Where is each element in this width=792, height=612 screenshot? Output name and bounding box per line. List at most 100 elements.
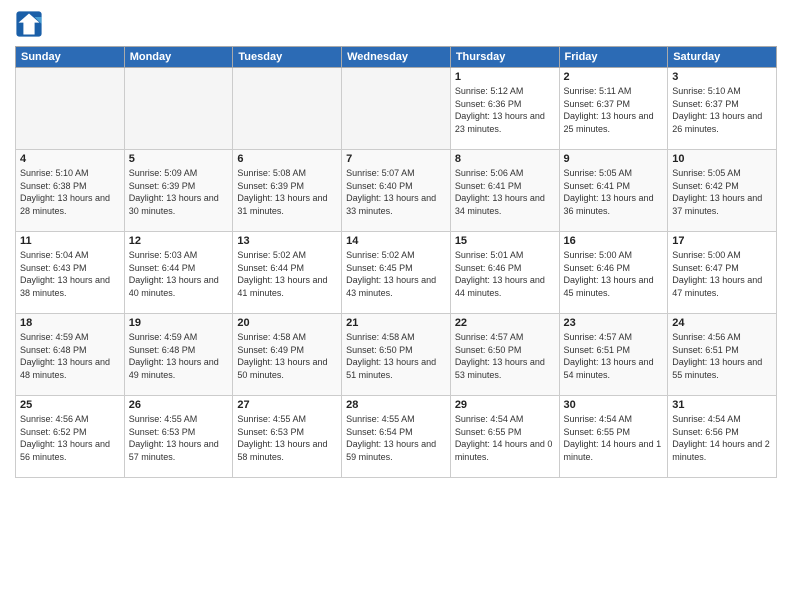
col-header-friday: Friday: [559, 47, 668, 68]
day-cell: 30 Sunrise: 4:54 AMSunset: 6:55 PMDayligh…: [559, 396, 668, 478]
day-number: 19: [129, 317, 229, 329]
day-number: 4: [20, 153, 120, 165]
day-cell: 1 Sunrise: 5:12 AMSunset: 6:36 PMDaylight…: [450, 68, 559, 150]
day-number: 28: [346, 399, 446, 411]
day-cell: 23 Sunrise: 4:57 AMSunset: 6:51 PMDayligh…: [559, 314, 668, 396]
day-cell: 31 Sunrise: 4:54 AMSunset: 6:56 PMDayligh…: [668, 396, 777, 478]
day-info: Sunrise: 4:55 AMSunset: 6:53 PMDaylight:…: [129, 414, 219, 462]
day-info: Sunrise: 5:12 AMSunset: 6:36 PMDaylight:…: [455, 86, 545, 134]
day-cell: 6 Sunrise: 5:08 AMSunset: 6:39 PMDaylight…: [233, 150, 342, 232]
day-cell: 17 Sunrise: 5:00 AMSunset: 6:47 PMDayligh…: [668, 232, 777, 314]
col-header-saturday: Saturday: [668, 47, 777, 68]
day-cell: 19 Sunrise: 4:59 AMSunset: 6:48 PMDayligh…: [124, 314, 233, 396]
day-cell: [342, 68, 451, 150]
day-number: 17: [672, 235, 772, 247]
logo: [15, 10, 47, 38]
day-number: 1: [455, 71, 555, 83]
day-cell: 5 Sunrise: 5:09 AMSunset: 6:39 PMDaylight…: [124, 150, 233, 232]
day-number: 15: [455, 235, 555, 247]
day-cell: 27 Sunrise: 4:55 AMSunset: 6:53 PMDayligh…: [233, 396, 342, 478]
day-number: 30: [564, 399, 664, 411]
day-cell: 3 Sunrise: 5:10 AMSunset: 6:37 PMDaylight…: [668, 68, 777, 150]
day-number: 29: [455, 399, 555, 411]
col-header-thursday: Thursday: [450, 47, 559, 68]
day-cell: 28Sunrise: 4:55 AMSunset: 6:54 PMDayligh…: [342, 396, 451, 478]
calendar-table: SundayMondayTuesdayWednesdayThursdayFrid…: [15, 46, 777, 478]
day-number: 14: [346, 235, 446, 247]
day-number: 12: [129, 235, 229, 247]
day-number: 8: [455, 153, 555, 165]
day-info: Sunrise: 5:10 AMSunset: 6:38 PMDaylight:…: [20, 168, 110, 216]
day-cell: 11 Sunrise: 5:04 AMSunset: 6:43 PMDayligh…: [16, 232, 125, 314]
day-info: Sunrise: 5:01 AMSunset: 6:46 PMDaylight:…: [455, 250, 545, 298]
day-info: Sunrise: 5:04 AMSunset: 6:43 PMDaylight:…: [20, 250, 110, 298]
day-number: 16: [564, 235, 664, 247]
day-info: Sunrise: 5:00 AMSunset: 6:46 PMDaylight:…: [564, 250, 654, 298]
day-cell: [16, 68, 125, 150]
day-cell: 2Sunrise: 5:11 AMSunset: 6:37 PMDaylight…: [559, 68, 668, 150]
day-number: 6: [237, 153, 337, 165]
day-info: Sunrise: 5:09 AMSunset: 6:39 PMDaylight:…: [129, 168, 219, 216]
day-info: Sunrise: 5:02 AMSunset: 6:45 PMDaylight:…: [346, 250, 436, 298]
day-info: Sunrise: 4:58 AMSunset: 6:49 PMDaylight:…: [237, 332, 327, 380]
day-cell: 24Sunrise: 4:56 AMSunset: 6:51 PMDayligh…: [668, 314, 777, 396]
day-info: Sunrise: 4:56 AMSunset: 6:51 PMDaylight:…: [672, 332, 762, 380]
day-number: 11: [20, 235, 120, 247]
day-info: Sunrise: 5:03 AMSunset: 6:44 PMDaylight:…: [129, 250, 219, 298]
day-info: Sunrise: 4:54 AMSunset: 6:55 PMDaylight:…: [564, 414, 662, 462]
day-cell: 4 Sunrise: 5:10 AMSunset: 6:38 PMDaylight…: [16, 150, 125, 232]
day-number: 9: [564, 153, 664, 165]
week-row-2: 4 Sunrise: 5:10 AMSunset: 6:38 PMDaylight…: [16, 150, 777, 232]
day-number: 7: [346, 153, 446, 165]
page: SundayMondayTuesdayWednesdayThursdayFrid…: [0, 0, 792, 612]
day-cell: [233, 68, 342, 150]
day-cell: 21 Sunrise: 4:58 AMSunset: 6:50 PMDayligh…: [342, 314, 451, 396]
day-number: 21: [346, 317, 446, 329]
day-number: 22: [455, 317, 555, 329]
week-row-1: 1 Sunrise: 5:12 AMSunset: 6:36 PMDaylight…: [16, 68, 777, 150]
day-number: 27: [237, 399, 337, 411]
day-info: Sunrise: 5:08 AMSunset: 6:39 PMDaylight:…: [237, 168, 327, 216]
day-info: Sunrise: 4:58 AMSunset: 6:50 PMDaylight:…: [346, 332, 436, 380]
day-info: Sunrise: 4:57 AMSunset: 6:51 PMDaylight:…: [564, 332, 654, 380]
day-number: 18: [20, 317, 120, 329]
header: [15, 10, 777, 38]
day-info: Sunrise: 5:05 AMSunset: 6:41 PMDaylight:…: [564, 168, 654, 216]
week-row-5: 25 Sunrise: 4:56 AMSunset: 6:52 PMDayligh…: [16, 396, 777, 478]
day-cell: 13 Sunrise: 5:02 AMSunset: 6:44 PMDayligh…: [233, 232, 342, 314]
day-info: Sunrise: 5:10 AMSunset: 6:37 PMDaylight:…: [672, 86, 762, 134]
day-info: Sunrise: 4:57 AMSunset: 6:50 PMDaylight:…: [455, 332, 545, 380]
day-number: 23: [564, 317, 664, 329]
day-cell: 9 Sunrise: 5:05 AMSunset: 6:41 PMDaylight…: [559, 150, 668, 232]
day-cell: 16 Sunrise: 5:00 AMSunset: 6:46 PMDayligh…: [559, 232, 668, 314]
week-row-3: 11 Sunrise: 5:04 AMSunset: 6:43 PMDayligh…: [16, 232, 777, 314]
header-row: SundayMondayTuesdayWednesdayThursdayFrid…: [16, 47, 777, 68]
day-number: 31: [672, 399, 772, 411]
day-info: Sunrise: 5:02 AMSunset: 6:44 PMDaylight:…: [237, 250, 327, 298]
day-cell: 26Sunrise: 4:55 AMSunset: 6:53 PMDayligh…: [124, 396, 233, 478]
day-cell: 7 Sunrise: 5:07 AMSunset: 6:40 PMDaylight…: [342, 150, 451, 232]
day-cell: 8 Sunrise: 5:06 AMSunset: 6:41 PMDaylight…: [450, 150, 559, 232]
day-cell: 14 Sunrise: 5:02 AMSunset: 6:45 PMDayligh…: [342, 232, 451, 314]
day-number: 10: [672, 153, 772, 165]
day-info: Sunrise: 5:07 AMSunset: 6:40 PMDaylight:…: [346, 168, 436, 216]
day-info: Sunrise: 4:54 AMSunset: 6:56 PMDaylight:…: [672, 414, 770, 462]
day-info: Sunrise: 5:06 AMSunset: 6:41 PMDaylight:…: [455, 168, 545, 216]
col-header-tuesday: Tuesday: [233, 47, 342, 68]
day-cell: 29 Sunrise: 4:54 AMSunset: 6:55 PMDayligh…: [450, 396, 559, 478]
day-number: 3: [672, 71, 772, 83]
day-info: Sunrise: 4:59 AMSunset: 6:48 PMDaylight:…: [129, 332, 219, 380]
day-number: 5: [129, 153, 229, 165]
day-cell: [124, 68, 233, 150]
day-info: Sunrise: 4:54 AMSunset: 6:55 PMDaylight:…: [455, 414, 553, 462]
day-info: Sunrise: 5:05 AMSunset: 6:42 PMDaylight:…: [672, 168, 762, 216]
day-cell: 10 Sunrise: 5:05 AMSunset: 6:42 PMDayligh…: [668, 150, 777, 232]
day-number: 13: [237, 235, 337, 247]
day-number: 25: [20, 399, 120, 411]
day-info: Sunrise: 4:55 AMSunset: 6:53 PMDaylight:…: [237, 414, 327, 462]
logo-icon: [15, 10, 43, 38]
col-header-monday: Monday: [124, 47, 233, 68]
day-info: Sunrise: 4:56 AMSunset: 6:52 PMDaylight:…: [20, 414, 110, 462]
day-info: Sunrise: 5:00 AMSunset: 6:47 PMDaylight:…: [672, 250, 762, 298]
col-header-wednesday: Wednesday: [342, 47, 451, 68]
